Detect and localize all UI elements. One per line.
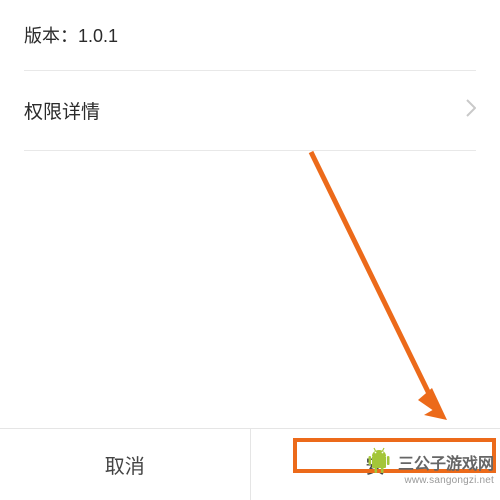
- cancel-button[interactable]: 取消: [0, 429, 250, 500]
- watermark-url: www.sangongzi.net: [398, 475, 494, 487]
- watermark: 三公子游戏网 www.sangongzi.net: [398, 456, 494, 486]
- version-label: 版本：1.0.1: [24, 0, 476, 71]
- watermark-title: 三公子游戏网: [398, 456, 494, 474]
- permission-details-label: 权限详情: [24, 97, 100, 124]
- permission-details-row[interactable]: 权限详情: [24, 71, 476, 151]
- android-logo-icon: [366, 445, 392, 480]
- cancel-button-label: 取消: [105, 450, 145, 479]
- chevron-right-icon: [466, 99, 476, 123]
